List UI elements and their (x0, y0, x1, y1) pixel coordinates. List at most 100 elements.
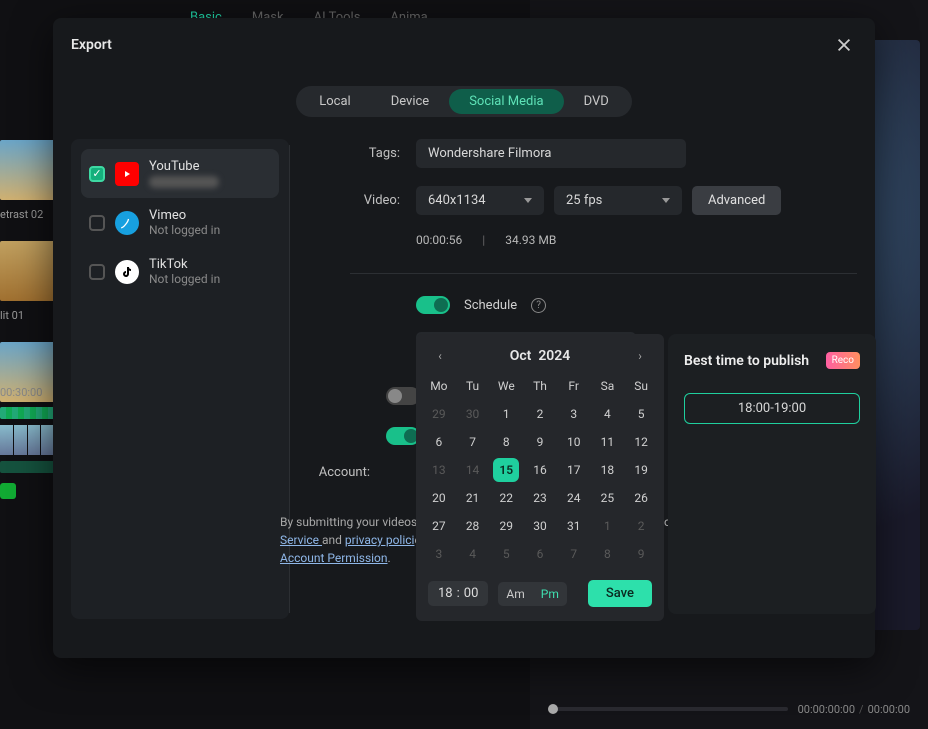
calendar-day[interactable]: 1 (591, 514, 625, 538)
calendar-day[interactable]: 9 (523, 430, 557, 454)
calendar-day[interactable]: 7 (557, 542, 591, 566)
bg-timeline-mark: 00:30:00 (0, 386, 55, 399)
calendar-day[interactable]: 30 (456, 402, 490, 426)
tab-device[interactable]: Device (371, 89, 450, 114)
checkbox-vimeo[interactable] (89, 215, 105, 231)
option-toggle-2[interactable] (386, 427, 420, 445)
bg-track-badge[interactable] (0, 483, 16, 499)
checkbox-tiktok[interactable] (89, 264, 105, 280)
calendar-day[interactable]: 4 (591, 402, 625, 426)
calendar-day[interactable]: 6 (422, 430, 456, 454)
calendar-day[interactable]: 26 (624, 486, 658, 510)
calendar-day[interactable]: 5 (624, 402, 658, 426)
calendar-day[interactable]: 2 (523, 402, 557, 426)
destination-name: Vimeo (149, 208, 220, 223)
calendar-day[interactable]: 30 (523, 514, 557, 538)
terms-link[interactable]: Service (280, 533, 322, 547)
vimeo-icon (115, 211, 139, 235)
privacy-link[interactable]: privacy polici (345, 533, 415, 547)
calendar-day[interactable]: 2 (624, 514, 658, 538)
tab-social-media[interactable]: Social Media (449, 89, 563, 114)
bg-progress-bar[interactable] (548, 707, 788, 711)
option-toggle-1[interactable] (386, 387, 420, 405)
fps-select[interactable]: 25 fps (554, 186, 682, 215)
calendar-day[interactable]: 3 (422, 542, 456, 566)
tab-dvd[interactable]: DVD (564, 89, 629, 114)
account-permission-link[interactable]: Account Permission (280, 551, 388, 565)
calendar-dow: We (489, 374, 523, 398)
pm-button[interactable]: Pm (533, 582, 567, 606)
bg-track-effects[interactable] (0, 407, 55, 419)
reco-badge: Reco (826, 352, 860, 369)
calendar-day[interactable]: 16 (523, 458, 557, 482)
calendar-day[interactable]: 29 (422, 402, 456, 426)
calendar-day[interactable]: 5 (489, 542, 523, 566)
bg-thumb-1[interactable] (0, 140, 55, 200)
am-button[interactable]: Am (498, 582, 532, 606)
meta-separator: | (482, 233, 485, 247)
calendar-day[interactable]: 12 (624, 430, 658, 454)
calendar-day[interactable]: 19 (624, 458, 658, 482)
schedule-hour: 18 (438, 586, 453, 601)
calendar-dow: Su (624, 374, 658, 398)
chevron-down-icon (662, 198, 670, 203)
bg-thumb-2[interactable] (0, 241, 55, 301)
calendar-day[interactable]: 4 (456, 542, 490, 566)
calendar-day[interactable]: 14 (456, 458, 490, 482)
close-icon[interactable] (835, 36, 853, 54)
calendar-day[interactable]: 23 (523, 486, 557, 510)
destination-vimeo[interactable]: Vimeo Not logged in (81, 198, 279, 247)
calendar-day[interactable]: 24 (557, 486, 591, 510)
calendar-day[interactable]: 8 (489, 430, 523, 454)
calendar-day[interactable]: 1 (489, 402, 523, 426)
calendar-day[interactable]: 25 (591, 486, 625, 510)
calendar-day[interactable]: 7 (456, 430, 490, 454)
best-time-title: Best time to publish (684, 353, 809, 369)
resolution-select[interactable]: 640x1134 (416, 186, 544, 215)
calendar-day[interactable]: 31 (557, 514, 591, 538)
calendar-day[interactable]: 20 (422, 486, 456, 510)
calendar-next-icon[interactable]: › (632, 349, 648, 363)
calendar-day[interactable]: 8 (591, 542, 625, 566)
ampm-toggle: Am Pm (498, 582, 566, 606)
bg-thumb-label-2: lit 01 (0, 309, 55, 322)
fps-value: 25 fps (566, 193, 602, 208)
help-icon[interactable]: ? (531, 298, 546, 313)
calendar-day[interactable]: 28 (456, 514, 490, 538)
calendar-save-button[interactable]: Save (588, 580, 652, 607)
export-modal: Export Local Device Social Media DVD ✓ Y… (53, 18, 875, 658)
calendar-day[interactable]: 11 (591, 430, 625, 454)
schedule-time-input[interactable]: 18 : 00 (428, 581, 488, 606)
destination-status: Not logged in (149, 272, 220, 286)
bg-track-audio[interactable] (0, 461, 55, 473)
destination-tiktok[interactable]: TikTok Not logged in (81, 247, 279, 296)
filesize-value: 34.93 MB (505, 233, 556, 247)
calendar-day[interactable]: 9 (624, 542, 658, 566)
calendar-day[interactable]: 15 (493, 458, 519, 482)
calendar-day[interactable]: 18 (591, 458, 625, 482)
destination-youtube[interactable]: ✓ YouTube (81, 149, 279, 198)
calendar-day[interactable]: 22 (489, 486, 523, 510)
tiktok-icon (115, 260, 139, 284)
calendar-day[interactable]: 27 (422, 514, 456, 538)
checkbox-youtube[interactable]: ✓ (89, 166, 105, 182)
account-label: Account: (290, 465, 370, 480)
youtube-account-redacted (149, 176, 219, 188)
bg-thumbnail-strip: etrast 02 lit 01 (0, 140, 55, 410)
calendar-day[interactable]: 17 (557, 458, 591, 482)
calendar-day[interactable]: 3 (557, 402, 591, 426)
bg-timeline: 00:30:00 (0, 386, 55, 499)
advanced-button[interactable]: Advanced (692, 186, 781, 215)
calendar-day[interactable]: 10 (557, 430, 591, 454)
bg-track-video[interactable] (0, 425, 55, 455)
calendar-day[interactable]: 13 (422, 458, 456, 482)
calendar-day[interactable]: 29 (489, 514, 523, 538)
calendar-prev-icon[interactable]: ‹ (432, 349, 448, 363)
calendar-day[interactable]: 21 (456, 486, 490, 510)
calendar-day[interactable]: 6 (523, 542, 557, 566)
schedule-toggle[interactable] (416, 296, 450, 314)
tags-input[interactable] (416, 139, 686, 168)
destination-status: Not logged in (149, 223, 220, 237)
best-time-slot[interactable]: 18:00-19:00 (684, 393, 860, 424)
tab-local[interactable]: Local (299, 89, 370, 114)
